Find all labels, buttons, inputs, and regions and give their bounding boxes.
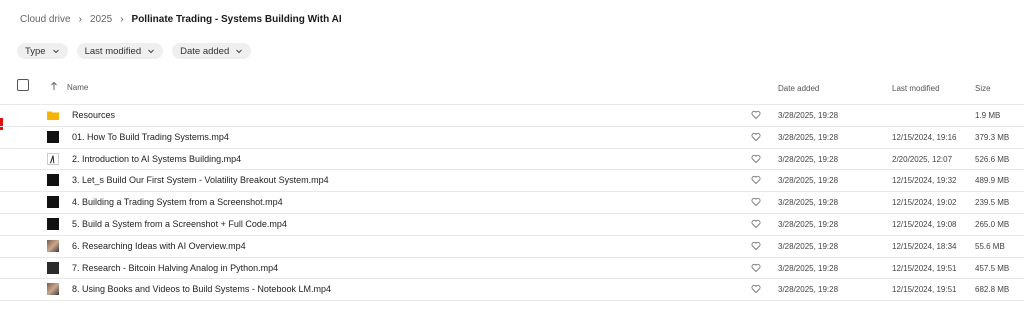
heart-icon[interactable]: [751, 219, 761, 229]
last-modified: 2/20/2025, 12:07: [892, 154, 953, 164]
file-name[interactable]: Resources: [72, 110, 115, 120]
filter-type-button[interactable]: Type: [17, 43, 68, 59]
chevron-down-icon: [236, 49, 243, 54]
heart-icon[interactable]: [751, 110, 761, 120]
video-thumbnail-icon: [47, 261, 59, 274]
folder-icon: [47, 111, 59, 120]
file-name[interactable]: 5. Build a System from a Screenshot + Fu…: [72, 219, 287, 229]
filter-date-added-button[interactable]: Date added: [172, 43, 252, 59]
last-modified: 12/15/2024, 18:34: [892, 241, 957, 251]
heart-icon[interactable]: [751, 284, 761, 294]
table-row[interactable]: 3. Let_s Build Our First System - Volati…: [0, 169, 1024, 191]
last-modified: 12/15/2024, 19:32: [892, 176, 957, 186]
table-row[interactable]: 6. Researching Ideas with AI Overview.mp…: [0, 234, 1024, 257]
heart-icon[interactable]: [751, 241, 761, 251]
file-size: 265.0 MB: [975, 219, 1010, 229]
file-size: 55.6 MB: [975, 241, 1005, 251]
filter-bar: Type Last modified Date added: [17, 43, 252, 59]
video-thumbnail-icon: [47, 174, 59, 187]
filter-date-added-label: Date added: [180, 45, 230, 57]
date-added: 3/28/2025, 19:28: [778, 132, 839, 142]
video-thumbnail-icon: [47, 239, 59, 252]
file-name[interactable]: 3. Let_s Build Our First System - Volati…: [72, 175, 329, 185]
last-modified: 12/15/2024, 19:08: [892, 219, 957, 229]
breadcrumb-cloud-drive[interactable]: Cloud drive: [20, 14, 71, 25]
heart-icon[interactable]: [751, 132, 761, 142]
chevron-down-icon: [52, 49, 59, 54]
video-thumbnail-icon: [47, 196, 59, 209]
file-name[interactable]: 8. Using Books and Videos to Build Syste…: [72, 284, 331, 294]
file-name[interactable]: 2. Introduction to AI Systems Building.m…: [72, 154, 241, 164]
file-name[interactable]: 7. Research - Bitcoin Halving Analog in …: [72, 263, 278, 273]
chevron-right-icon: ›: [120, 13, 124, 25]
select-all-checkbox[interactable]: [17, 79, 29, 91]
file-name[interactable]: 4. Building a Trading System from a Scre…: [72, 197, 283, 207]
file-name[interactable]: 01. How To Build Trading Systems.mp4: [72, 132, 229, 142]
sort-up-arrow-icon[interactable]: [50, 81, 58, 91]
file-size: 379.3 MB: [975, 132, 1010, 142]
filter-last-modified-label: Last modified: [84, 45, 142, 57]
breadcrumb-current-folder: Pollinate Trading - Systems Building Wit…: [131, 13, 342, 25]
filter-last-modified-button[interactable]: Last modified: [76, 43, 164, 59]
file-size: 457.5 MB: [975, 263, 1010, 273]
file-list: Resources 3/28/2025, 19:28 1.9 MB 01. Ho…: [0, 104, 1024, 302]
date-added: 3/28/2025, 19:28: [778, 241, 839, 251]
chevron-right-icon: ›: [78, 13, 82, 25]
last-modified: 12/15/2024, 19:51: [892, 285, 957, 295]
table-row[interactable]: 8. Using Books and Videos to Build Syste…: [0, 278, 1024, 302]
column-header-last-modified[interactable]: Last modified: [892, 84, 940, 93]
date-added: 3/28/2025, 19:28: [778, 263, 839, 273]
video-thumbnail-icon: [47, 152, 59, 165]
date-added: 3/28/2025, 19:28: [778, 111, 839, 120]
last-modified: 12/15/2024, 19:51: [892, 263, 957, 273]
heart-icon[interactable]: [751, 175, 761, 185]
date-added: 3/28/2025, 19:28: [778, 154, 839, 164]
breadcrumb: Cloud drive › 2025 › Pollinate Trading -…: [20, 12, 342, 26]
table-row[interactable]: 2. Introduction to AI Systems Building.m…: [0, 147, 1024, 170]
column-header-size[interactable]: Size: [975, 84, 991, 93]
table-header: Name Date added Last modified Size: [0, 76, 1024, 104]
table-row[interactable]: Resources 3/28/2025, 19:28 1.9 MB: [0, 104, 1024, 126]
chevron-down-icon: [148, 49, 154, 54]
file-size: 489.9 MB: [975, 176, 1010, 186]
last-modified: 12/15/2024, 19:02: [892, 198, 957, 208]
table-row[interactable]: 4. Building a Trading System from a Scre…: [0, 191, 1024, 213]
date-added: 3/28/2025, 19:28: [778, 176, 839, 186]
video-thumbnail-icon: [47, 130, 59, 143]
last-modified: 12/15/2024, 19:16: [892, 132, 957, 142]
file-size: 239.5 MB: [975, 198, 1010, 208]
table-row[interactable]: 5. Build a System from a Screenshot + Fu…: [0, 212, 1024, 235]
date-added: 3/28/2025, 19:28: [778, 285, 839, 295]
date-added: 3/28/2025, 19:28: [778, 198, 839, 208]
breadcrumb-2025[interactable]: 2025: [90, 14, 112, 25]
heart-icon[interactable]: [751, 197, 761, 207]
filter-type-label: Type: [25, 45, 46, 57]
heart-icon[interactable]: [751, 154, 761, 164]
video-thumbnail-icon: [47, 283, 59, 296]
file-size: 682.8 MB: [975, 285, 1010, 295]
file-size: 526.6 MB: [975, 154, 1010, 164]
video-thumbnail-icon: [47, 217, 59, 230]
file-size: 1.9 MB: [975, 111, 1001, 120]
table-row[interactable]: 01. How To Build Trading Systems.mp4 3/2…: [0, 125, 1024, 148]
file-name[interactable]: 6. Researching Ideas with AI Overview.mp…: [72, 241, 246, 251]
column-header-date-added[interactable]: Date added: [778, 84, 819, 93]
date-added: 3/28/2025, 19:28: [778, 219, 839, 229]
table-row[interactable]: 7. Research - Bitcoin Halving Analog in …: [0, 256, 1024, 279]
heart-icon[interactable]: [751, 263, 761, 273]
column-header-name[interactable]: Name: [67, 83, 88, 92]
